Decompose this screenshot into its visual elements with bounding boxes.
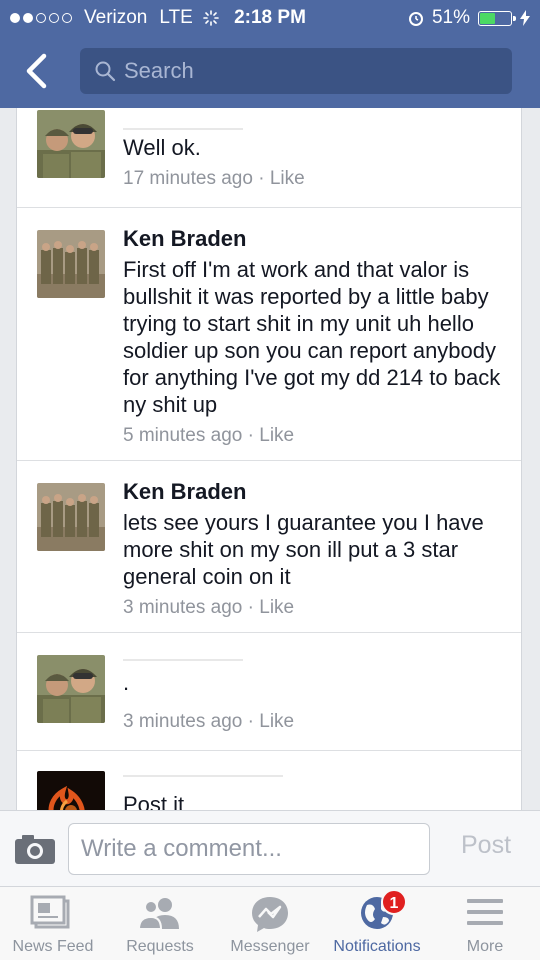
tab-label: News Feed xyxy=(12,938,94,955)
comment-item: Well ok. 17 minutes ago · Like xyxy=(17,108,521,208)
comment-meta: 5 minutes ago · Like xyxy=(123,425,295,446)
redacted-name xyxy=(123,128,243,130)
notifications-icon-wrap: 1 xyxy=(359,889,407,931)
status-bar: Verizon LTE 2:18 PM 51% xyxy=(0,0,540,36)
like-button[interactable]: Like xyxy=(270,168,305,189)
battery-fill xyxy=(480,12,495,24)
comment-text: Post it xyxy=(123,792,185,810)
comment-input[interactable] xyxy=(68,823,430,875)
like-button[interactable]: Like xyxy=(259,597,294,618)
comment-time[interactable]: 3 minutes ago xyxy=(123,711,242,732)
menu-icon xyxy=(467,899,503,925)
comment-text: First off I'm at work and that valor is … xyxy=(123,257,501,417)
tab-news-feed[interactable]: News Feed xyxy=(0,887,106,960)
comment-item: . 3 minutes ago · Like xyxy=(17,633,521,751)
comment-author[interactable]: Ken Braden xyxy=(123,479,509,505)
comment-meta: 17 minutes ago · Like xyxy=(123,168,305,189)
top-bar: Verizon LTE 2:18 PM 51% xyxy=(0,0,540,108)
profile-photo-group-soldiers-icon[interactable] xyxy=(37,483,105,551)
tab-label: Requests xyxy=(126,938,194,955)
tab-bar: News Feed Requests Messenger 1 Notificat… xyxy=(0,886,540,960)
messenger-icon xyxy=(252,897,288,932)
battery-percent: 51% xyxy=(431,7,470,28)
comment-composer: Post xyxy=(0,810,540,886)
like-button[interactable]: Like xyxy=(259,425,294,446)
status-right: 51% xyxy=(408,7,530,29)
battery-icon xyxy=(478,10,516,26)
redacted-name xyxy=(123,659,243,661)
notification-badge: 1 xyxy=(381,889,407,915)
tab-label: Notifications xyxy=(333,938,421,955)
comment-item: Ken Braden First off I'm at work and tha… xyxy=(17,208,521,461)
tab-label: More xyxy=(466,938,504,955)
friend-requests-icon xyxy=(137,898,179,930)
comment-text: lets see yours I guarantee you I have mo… xyxy=(123,510,484,589)
comment-meta: 3 minutes ago · Like xyxy=(123,711,295,732)
comment-feed[interactable]: Well ok. 17 minutes ago · Like Ken Brade… xyxy=(16,108,522,810)
search-icon xyxy=(95,61,116,82)
profile-photo-fire-icon[interactable] xyxy=(37,771,105,810)
comment-time[interactable]: 3 minutes ago xyxy=(123,597,242,618)
comment-time[interactable]: 5 minutes ago xyxy=(123,425,242,446)
search-input[interactable] xyxy=(124,58,484,84)
news-feed-icon xyxy=(30,895,70,929)
tab-requests[interactable]: Requests xyxy=(106,887,214,960)
comment-time[interactable]: 17 minutes ago xyxy=(123,168,253,189)
camera-icon[interactable] xyxy=(14,833,56,865)
alarm-icon xyxy=(408,12,423,26)
profile-photo-group-soldiers-icon[interactable] xyxy=(37,230,105,298)
comment-text: Well ok. xyxy=(123,135,201,160)
tab-messenger[interactable]: Messenger xyxy=(214,887,326,960)
tab-more[interactable]: More xyxy=(430,887,540,960)
comment-meta: 3 minutes ago · Like xyxy=(123,597,295,618)
profile-photo-two-soldiers-icon[interactable] xyxy=(37,110,105,178)
comment-author[interactable]: Ken Braden xyxy=(123,226,509,252)
profile-photo-two-soldiers-icon[interactable] xyxy=(37,655,105,723)
tab-notifications[interactable]: 1 Notifications xyxy=(326,887,428,960)
like-button[interactable]: Like xyxy=(259,711,294,732)
search-bar[interactable] xyxy=(80,48,512,94)
redacted-name xyxy=(123,775,283,777)
charging-bolt-icon xyxy=(520,10,530,26)
back-button[interactable] xyxy=(20,52,54,90)
tab-label: Messenger xyxy=(230,938,310,955)
comment-item: Post it xyxy=(17,751,521,810)
comment-item: Ken Braden lets see yours I guarantee yo… xyxy=(17,461,521,633)
comment-text: . xyxy=(123,670,130,695)
post-button[interactable]: Post xyxy=(446,831,526,867)
